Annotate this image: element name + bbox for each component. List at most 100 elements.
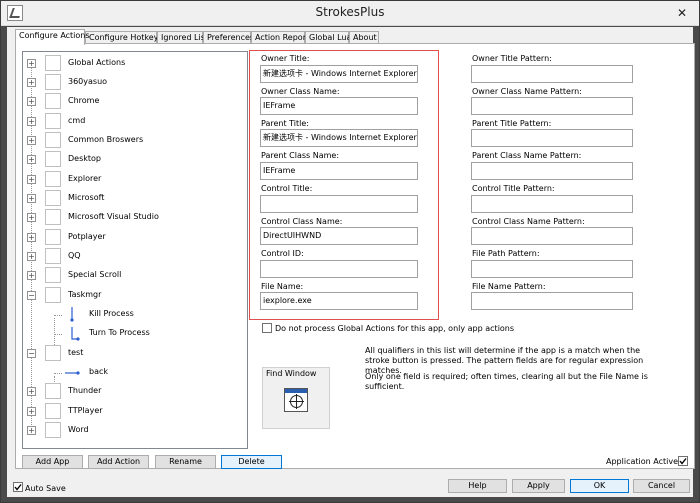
tree-item-label: Turn To Process <box>89 328 150 337</box>
expand-icon[interactable]: + <box>27 407 36 416</box>
checkmark-icon <box>14 484 22 491</box>
tree-item-label: Potplayer <box>68 232 106 241</box>
expand-icon[interactable]: + <box>27 252 36 261</box>
owner-title-label: Owner Title: <box>261 54 310 63</box>
expand-icon[interactable]: + <box>27 136 36 145</box>
app-node-icon <box>45 403 61 419</box>
expand-icon[interactable]: + <box>27 387 36 396</box>
owner-class-pattern-field[interactable] <box>471 97 633 115</box>
gesture-corner-icon <box>71 327 80 341</box>
owner-class-pattern-label: Owner Class Name Pattern: <box>472 87 582 96</box>
control-id-label: Control ID: <box>261 249 304 258</box>
find-window-label: Find Window <box>266 369 317 378</box>
file-name-pattern-field[interactable] <box>471 292 633 310</box>
app-node-icon <box>45 55 61 71</box>
app-node-icon <box>45 248 61 264</box>
apply-button[interactable]: Apply <box>512 479 565 493</box>
tree-line <box>54 334 62 335</box>
find-window-icon[interactable] <box>284 388 308 412</box>
tree-item-label: Global Actions <box>68 58 126 67</box>
tree-item-label: QQ <box>68 251 81 260</box>
app-node-icon <box>45 209 61 225</box>
expand-icon[interactable]: + <box>27 271 36 280</box>
expand-icon[interactable]: + <box>27 233 36 242</box>
collapse-icon[interactable]: − <box>27 349 36 358</box>
no-global-actions-label: Do not process Global Actions for this a… <box>275 324 515 333</box>
checkmark-icon <box>679 458 687 465</box>
tree-item-label: Common Broswers <box>68 135 144 144</box>
app-node-icon <box>45 151 61 167</box>
add-app-button[interactable]: Add App <box>22 455 83 469</box>
actions-tree[interactable]: + Global Actions + 360yasuo + Chrome + c… <box>22 51 248 449</box>
configure-actions-panel: + Global Actions + 360yasuo + Chrome + c… <box>15 43 695 469</box>
owner-title-field[interactable]: 新建选项卡 - Windows Internet Explorer <box>260 65 418 83</box>
no-global-actions-checkbox[interactable] <box>262 323 272 333</box>
file-name-field[interactable]: iexplore.exe <box>260 292 418 310</box>
expand-icon[interactable]: + <box>27 426 36 435</box>
control-id-field[interactable] <box>260 260 418 278</box>
control-class-pattern-label: Control Class Name Pattern: <box>472 217 585 226</box>
control-class-pattern-field[interactable] <box>471 227 633 245</box>
control-title-field[interactable] <box>260 195 418 213</box>
parent-class-label: Parent Class Name: <box>261 151 340 160</box>
auto-save-checkbox[interactable] <box>13 482 23 492</box>
owner-title-pattern-field[interactable] <box>471 65 633 83</box>
file-name-pattern-label: File Name Pattern: <box>472 282 546 291</box>
tree-item-label: 360yasuo <box>68 77 108 86</box>
app-node-icon <box>45 93 61 109</box>
gesture-down-icon <box>70 307 74 322</box>
control-title-pattern-field[interactable] <box>471 195 633 213</box>
rename-button[interactable]: Rename <box>155 455 216 469</box>
app-node-icon <box>45 113 61 129</box>
expand-icon[interactable]: + <box>27 117 36 126</box>
client-area: Configure Actions Configure Hotkeys Igno… <box>7 27 695 497</box>
parent-title-pattern-field[interactable] <box>471 129 633 147</box>
parent-title-field[interactable]: 新建选项卡 - Windows Internet Explorer <box>260 129 418 147</box>
tree-item-label: Taskmgr <box>68 290 102 299</box>
app-node-icon <box>45 190 61 206</box>
collapse-icon[interactable]: − <box>27 291 36 300</box>
find-window-box[interactable]: Find Window <box>262 367 330 429</box>
crosshair-icon <box>289 394 304 409</box>
tree-line <box>54 315 62 316</box>
tree-line <box>54 373 62 374</box>
owner-class-field[interactable]: IEFrame <box>260 97 418 115</box>
file-name-label: File Name: <box>261 282 304 291</box>
parent-class-pattern-field[interactable] <box>471 162 633 180</box>
control-class-field[interactable]: DirectUIHWND <box>260 227 418 245</box>
tree-item-label: Explorer <box>68 174 102 183</box>
tree-item-label: Microsoft <box>68 193 105 202</box>
app-node-icon <box>45 229 61 245</box>
ok-button[interactable]: OK <box>570 479 629 493</box>
app-node-icon <box>45 383 61 399</box>
file-path-pattern-field[interactable] <box>471 260 633 278</box>
delete-button[interactable]: Delete <box>221 455 282 469</box>
tree-item-label: back <box>89 367 109 376</box>
expand-icon[interactable]: + <box>27 175 36 184</box>
tree-item-label: Microsoft Visual Studio <box>68 212 159 221</box>
expand-icon[interactable]: + <box>27 155 36 164</box>
add-action-button[interactable]: Add Action <box>88 455 149 469</box>
app-node-icon <box>45 267 61 283</box>
tree-item-label: Chrome <box>68 96 100 105</box>
expand-icon[interactable]: + <box>27 97 36 106</box>
application-active-checkbox[interactable] <box>678 456 688 466</box>
title-bar[interactable]: StrokesPlus ✕ <box>1 1 699 26</box>
parent-title-pattern-label: Parent Title Pattern: <box>472 119 552 128</box>
expand-icon[interactable]: + <box>27 213 36 222</box>
close-icon[interactable]: ✕ <box>673 4 691 22</box>
app-node-icon <box>45 422 61 438</box>
help-button[interactable]: Help <box>448 479 507 493</box>
expand-icon[interactable]: + <box>27 194 36 203</box>
expand-icon[interactable]: + <box>27 78 36 87</box>
cancel-button[interactable]: Cancel <box>633 479 690 493</box>
parent-class-pattern-label: Parent Class Name Pattern: <box>472 151 582 160</box>
expand-icon[interactable]: + <box>27 59 36 68</box>
gesture-right-icon <box>65 371 80 375</box>
window-title: StrokesPlus <box>315 5 385 19</box>
owner-title-pattern-label: Owner Title Pattern: <box>472 54 552 63</box>
parent-class-field[interactable]: IEFrame <box>260 162 418 180</box>
file-path-pattern-label: File Path Pattern: <box>472 249 540 258</box>
control-class-label: Control Class Name: <box>261 217 343 226</box>
tab-configure-actions[interactable]: Configure Actions <box>15 29 90 45</box>
